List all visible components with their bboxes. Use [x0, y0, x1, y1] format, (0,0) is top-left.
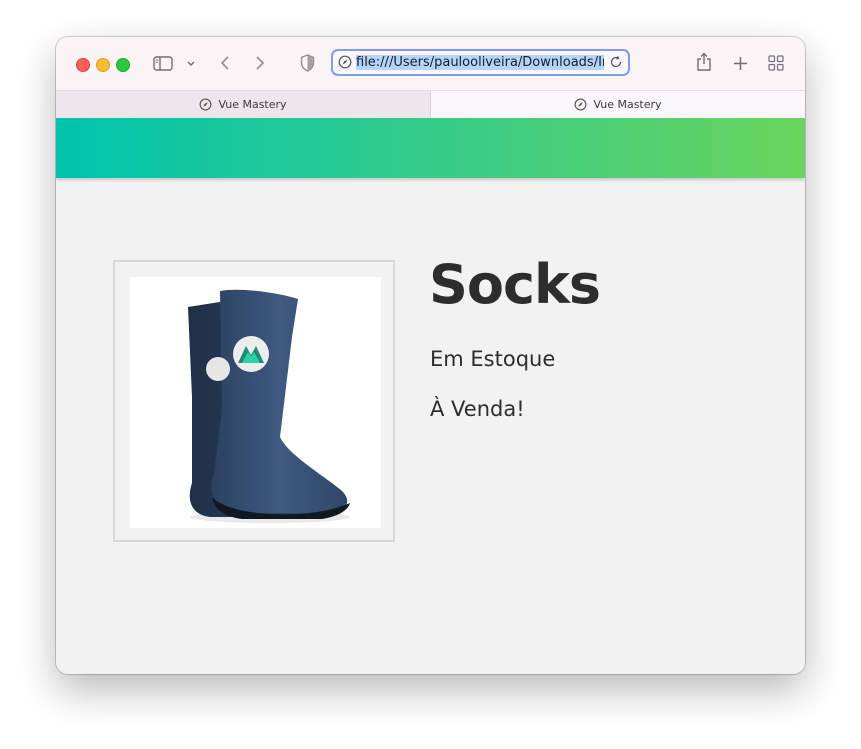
minimize-window-button[interactable]	[96, 58, 110, 72]
tab-label: Vue Mastery	[593, 98, 662, 111]
new-tab-plus-icon[interactable]	[731, 54, 749, 72]
tab-overview-icon[interactable]	[767, 54, 785, 72]
sale-status: À Venda!	[430, 397, 525, 421]
product-image-frame	[113, 260, 395, 542]
reload-icon[interactable]	[609, 55, 623, 69]
url-selection: file:///Users/paulooliveira/Downloads/In…	[356, 55, 604, 70]
browser-toolbar: file:///Users/paulooliveira/Downloads/In…	[56, 37, 805, 90]
privacy-shield-icon[interactable]	[298, 53, 316, 73]
sidebar-toggle-icon[interactable]	[152, 54, 174, 72]
page-content: Socks Em Estoque À Venda!	[56, 118, 805, 674]
share-icon[interactable]	[694, 51, 714, 73]
tab-bar: Vue Mastery Vue Mastery	[56, 90, 805, 118]
chevron-down-icon[interactable]	[184, 57, 198, 69]
url-text[interactable]: file:///Users/paulooliveira/Downloads/In…	[356, 54, 604, 71]
browser-window: file:///Users/paulooliveira/Downloads/In…	[56, 37, 805, 674]
close-window-button[interactable]	[76, 58, 90, 72]
compass-icon	[338, 55, 352, 69]
address-bar[interactable]: file:///Users/paulooliveira/Downloads/In…	[331, 49, 630, 76]
back-arrow-icon[interactable]	[216, 54, 234, 72]
tab-label: Vue Mastery	[218, 98, 287, 111]
compass-icon	[575, 98, 587, 111]
forward-arrow-icon[interactable]	[251, 54, 269, 72]
product-image	[130, 277, 381, 528]
zoom-window-button[interactable]	[116, 58, 130, 72]
socks-image	[188, 289, 350, 523]
product-title: Socks	[429, 253, 601, 316]
nav-bar	[56, 118, 805, 178]
tab-vue-mastery-1[interactable]: Vue Mastery	[56, 91, 431, 118]
tab-vue-mastery-2[interactable]: Vue Mastery	[431, 91, 805, 118]
compass-icon	[200, 98, 212, 111]
stock-status: Em Estoque	[430, 347, 556, 371]
